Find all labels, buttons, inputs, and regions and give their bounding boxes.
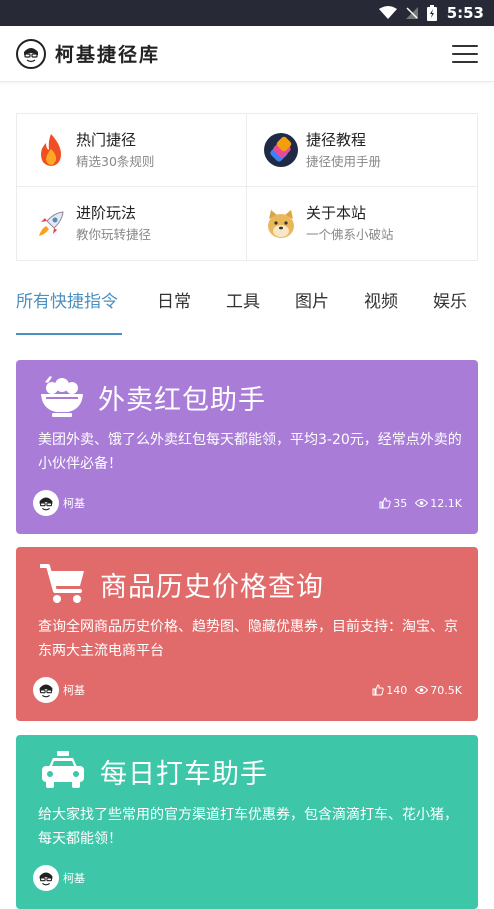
active-tab-indicator: [16, 333, 122, 335]
view-count-value: 12.1K: [430, 496, 462, 510]
author-avatar: [33, 490, 59, 516]
author-name: 柯基: [63, 497, 85, 510]
quick-link-about[interactable]: 关于本站 一个佛系小破站: [247, 187, 477, 260]
tab-images[interactable]: 图片: [295, 285, 329, 319]
thumbs-up-icon: [372, 684, 384, 696]
card-title: 商品历史价格查询: [100, 571, 324, 603]
food-bowl-icon: [41, 376, 83, 417]
card-title: 每日打车助手: [100, 758, 268, 790]
tab-videos[interactable]: 视频: [364, 285, 398, 319]
shortcut-card[interactable]: 商品历史价格查询 查询全网商品历史价格、趋势图、隐藏优惠券，目前支持：淘宝、京东…: [16, 547, 478, 721]
quick-link-subtitle: 教你玩转捷径: [76, 227, 152, 242]
tab-entertainment[interactable]: 娱乐: [433, 285, 467, 319]
quick-link-title: 捷径教程: [306, 130, 367, 149]
like-count: 140: [372, 684, 407, 697]
like-count-value: 35: [393, 496, 408, 510]
app-title: 柯基捷径库: [55, 44, 161, 66]
card-description: 查询全网商品历史价格、趋势图、隐藏优惠券，目前支持：淘宝、京东两大主流电商平台: [38, 619, 458, 659]
card-description: 美团外卖、饿了么外卖红包每天都能领，平均3-20元，经常点外卖的小伙伴必备！: [38, 432, 462, 472]
quick-link-title: 关于本站: [306, 204, 367, 222]
card-description: 给大家找了些常用的官方渠道打车优惠券，包含滴滴打车、花小猪，每天都能领！: [38, 807, 458, 847]
author-name: 柯基: [63, 872, 85, 885]
app-header: 柯基捷径库: [0, 26, 494, 82]
eye-icon: [415, 686, 429, 694]
quick-links-grid: 热门捷径 精选30条规则 捷径教程 捷径使用手册 进阶玩法 教你玩转捷径 关于本…: [16, 113, 478, 261]
shortcut-card[interactable]: 每日打车助手 给大家找了些常用的官方渠道打车优惠券，包含滴滴打车、花小猪，每天都…: [16, 735, 478, 909]
quick-link-title: 进阶玩法: [76, 204, 137, 222]
tab-daily[interactable]: 日常: [157, 285, 191, 319]
author-name: 柯基: [63, 684, 85, 697]
thumbs-up-icon: [379, 497, 391, 509]
quick-link-subtitle: 精选30条规则: [76, 153, 155, 169]
eye-icon: [415, 499, 429, 507]
logo-icon[interactable]: [16, 38, 46, 69]
view-count: 12.1K: [415, 497, 462, 510]
like-count: 35: [379, 497, 407, 510]
tab-tools[interactable]: 工具: [226, 285, 260, 319]
shortcut-card[interactable]: 外卖红包助手 美团外卖、饿了么外卖红包每天都能领，平均3-20元，经常点外卖的小…: [16, 360, 478, 534]
hamburger-menu-icon[interactable]: [452, 43, 478, 65]
status-time: 5:53: [446, 4, 484, 22]
author-avatar: [33, 865, 59, 891]
wifi-icon: [378, 6, 397, 19]
no-signal-icon: [405, 7, 418, 19]
quick-link-subtitle: 捷径使用手册: [306, 153, 382, 169]
quick-link-tutorial[interactable]: 捷径教程 捷径使用手册: [247, 114, 477, 187]
battery-charging-icon: [426, 5, 437, 21]
shopping-cart-icon: [40, 564, 84, 603]
quick-link-advanced[interactable]: 进阶玩法 教你玩转捷径: [17, 187, 247, 260]
card-title: 外卖红包助手: [98, 384, 266, 416]
view-count: 70.5K: [415, 684, 462, 697]
tab-all-shortcuts[interactable]: 所有快捷指令: [16, 285, 118, 319]
quick-link-hot[interactable]: 热门捷径 精选30条规则: [17, 114, 247, 187]
taxi-icon: [42, 751, 84, 788]
fire-icon: [34, 133, 68, 167]
status-bar: 5:53: [0, 0, 494, 26]
like-count-value: 140: [386, 683, 408, 697]
rocket-icon: [34, 207, 68, 241]
author-avatar: [33, 677, 59, 703]
shortcuts-app-icon: [264, 133, 298, 167]
quick-link-title: 热门捷径: [76, 130, 137, 149]
quick-link-subtitle: 一个佛系小破站: [306, 227, 394, 242]
view-count-value: 70.5K: [430, 683, 462, 697]
category-tabs: 所有快捷指令 日常 工具 图片 视频 娱乐: [0, 285, 494, 337]
doge-icon: [264, 207, 298, 241]
